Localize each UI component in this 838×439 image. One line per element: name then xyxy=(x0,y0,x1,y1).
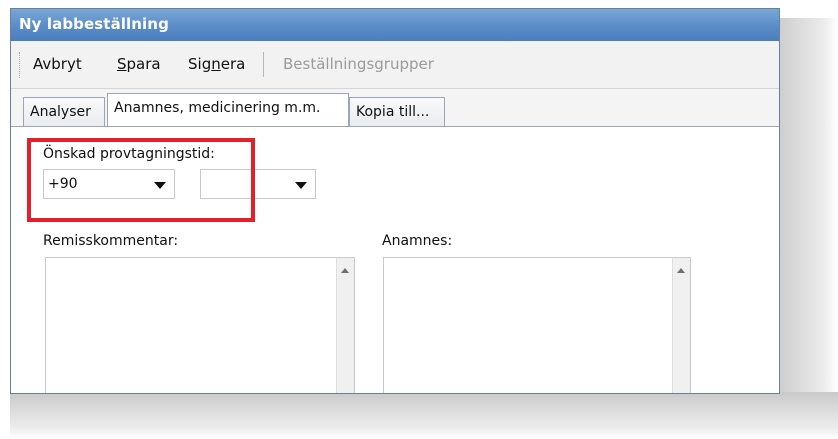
scroll-up-icon[interactable] xyxy=(677,268,685,273)
sampling-time-label: Önskad provtagningstid: xyxy=(43,146,215,162)
toolbar-grip[interactable] xyxy=(19,52,23,78)
toolbar-separator xyxy=(263,52,264,77)
remiss-scrollbar[interactable] xyxy=(336,258,354,393)
tab-analyser[interactable]: Analyser xyxy=(23,97,105,126)
anamnes-textarea[interactable] xyxy=(383,257,691,393)
window-title: Ny labbeställning xyxy=(19,15,169,33)
sampling-time-dropdown[interactable]: +90 xyxy=(43,169,175,199)
order-groups-button[interactable]: Beställningsgrupper xyxy=(283,55,434,73)
sampling-time-second-dropdown[interactable] xyxy=(200,169,316,199)
scroll-up-icon[interactable] xyxy=(341,268,349,273)
title-bar: Ny labbeställning xyxy=(11,9,779,41)
sign-button[interactable]: Signera xyxy=(188,55,245,73)
dropdown-arrow-icon xyxy=(295,182,307,189)
lab-order-window: Ny labbeställning Avbryt Spara Signera B… xyxy=(10,8,780,394)
remiss-comment-label: Remisskommentar: xyxy=(43,233,179,249)
tab-anamnes[interactable]: Anamnes, medicinering m.m. xyxy=(107,93,349,126)
toolbar: Avbryt Spara Signera Beställningsgrupper xyxy=(11,41,779,89)
sampling-time-value: +90 xyxy=(48,176,78,192)
tab-kopia[interactable]: Kopia till... xyxy=(349,97,445,126)
save-button[interactable]: Spara xyxy=(117,55,161,73)
window-shadow-bottom xyxy=(10,392,838,439)
window-shadow-right xyxy=(780,18,838,423)
cancel-button[interactable]: Avbryt xyxy=(33,55,82,73)
anamnes-label: Anamnes: xyxy=(382,233,453,249)
dropdown-arrow-icon xyxy=(154,182,166,189)
tab-strip: Analyser Anamnes, medicinering m.m. Kopi… xyxy=(11,89,779,127)
remiss-comment-textarea[interactable] xyxy=(45,257,355,393)
anamnes-scrollbar[interactable] xyxy=(672,258,690,393)
